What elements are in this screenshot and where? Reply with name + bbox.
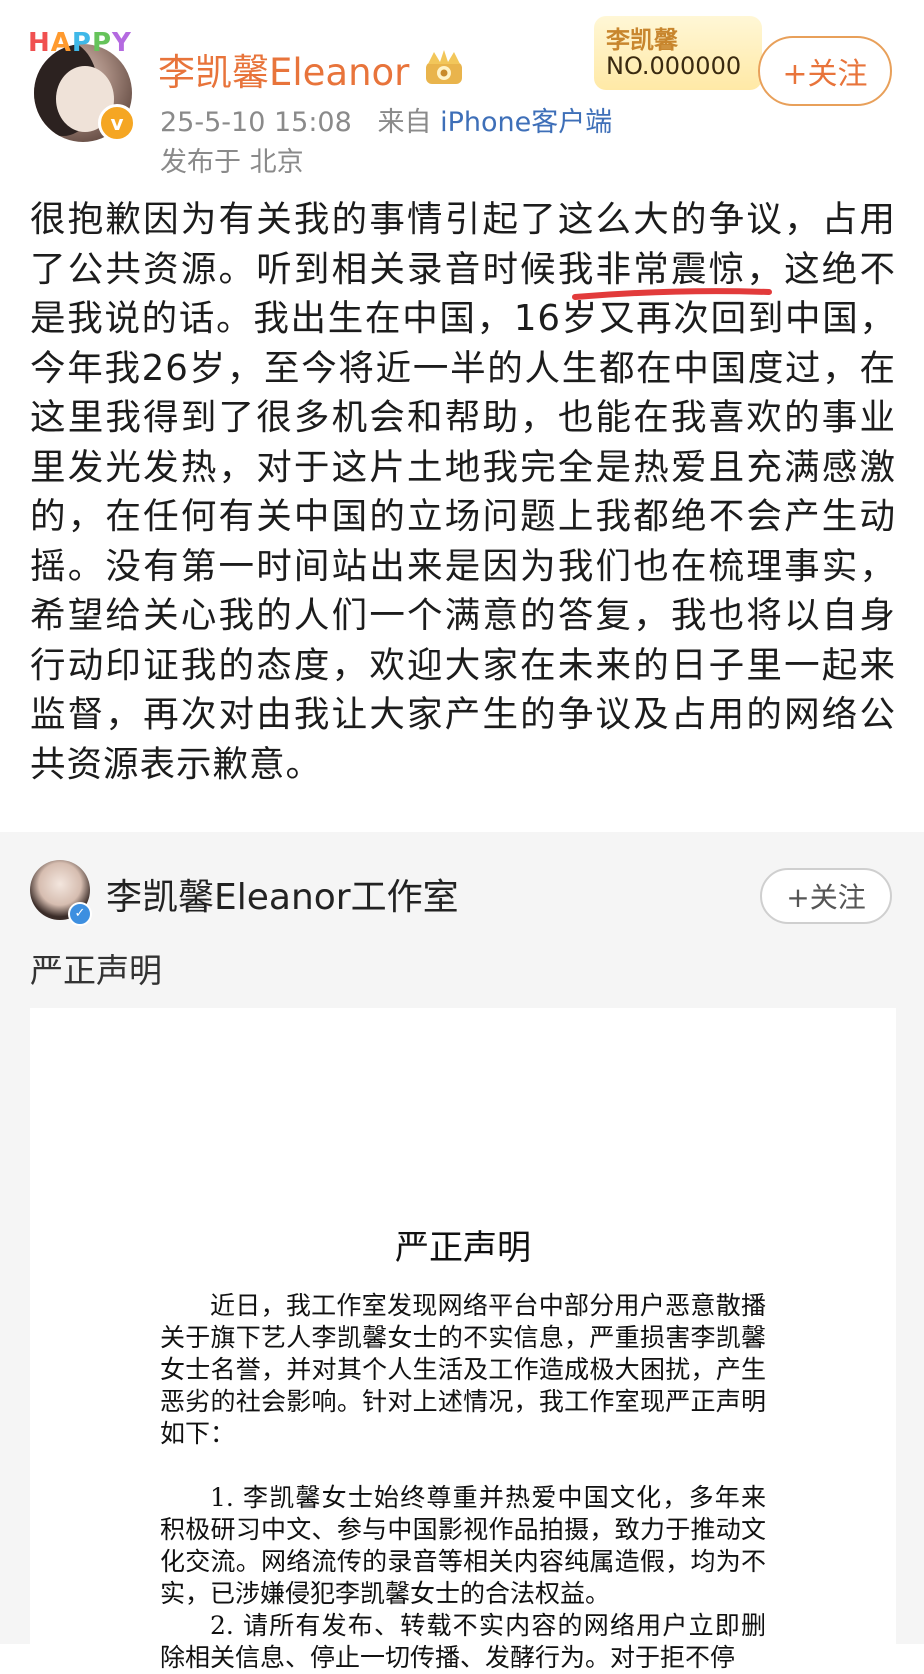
post-meta: 25-5-10 15:08 来自 iPhone客户端 [160, 100, 612, 139]
weibo-post-studio: ✓ 李凯馨Eleanor工作室 +关注 严正声明 严正声明 近日，我工作室发现网… [0, 832, 924, 1672]
post-body-text: 很抱歉因为有关我的事情引起了这么大的争议，占用了公共资源。听到相关录音时候我非常… [30, 199, 896, 785]
document-item-2: 2. 请所有发布、转载不实内容的网络用户立即删除相关信息、停止一切传播、发酵行为… [160, 1611, 766, 1672]
document-title: 严正声明 [395, 1228, 531, 1268]
post-timestamp: 25-5-10 15:08 [160, 107, 352, 138]
document-item-1: 1. 李凯馨女士始终尊重并热爱中国文化，多年来积极研习中文、参与中国影视作品拍摄… [160, 1483, 766, 1608]
fan-badge-number: NO.000000 [606, 52, 742, 80]
post-source-client[interactable]: iPhone客户端 [440, 107, 612, 138]
follow-button[interactable]: +关注 [758, 36, 892, 106]
verified-badge-icon: v [98, 104, 136, 142]
post-source-prefix: 来自 [377, 107, 432, 138]
fan-badge-name: 李凯馨 [606, 26, 678, 54]
studio-username[interactable]: 李凯馨Eleanor工作室 [106, 868, 459, 920]
studio-follow-button[interactable]: +关注 [760, 868, 892, 924]
avatar-happy-tag: HAPPY [28, 28, 132, 58]
studio-verified-icon: ✓ [68, 902, 92, 926]
document-intro: 近日，我工作室发现网络平台中部分用户恶意散播关于旗下艺人李凯馨女士的不实信息，严… [160, 1291, 766, 1448]
post-location: 发布于 北京 [160, 147, 304, 178]
post-username[interactable]: 李凯馨Eleanor [158, 42, 409, 96]
document-body: 近日，我工作室发现网络平台中部分用户恶意散播关于旗下艺人李凯馨女士的不实信息，严… [160, 1290, 766, 1674]
weibo-post-main: HAPPY v 李凯馨Eleanor 25-5-10 15:08 来自 iPho… [0, 0, 924, 832]
red-underline-annotation [572, 288, 772, 300]
crown-level-icon [426, 50, 462, 84]
studio-post-title: 严正声明 [30, 951, 162, 990]
statement-document-image[interactable]: 严正声明 近日，我工作室发现网络平台中部分用户恶意散播关于旗下艺人李凯馨女士的不… [30, 1008, 896, 1672]
